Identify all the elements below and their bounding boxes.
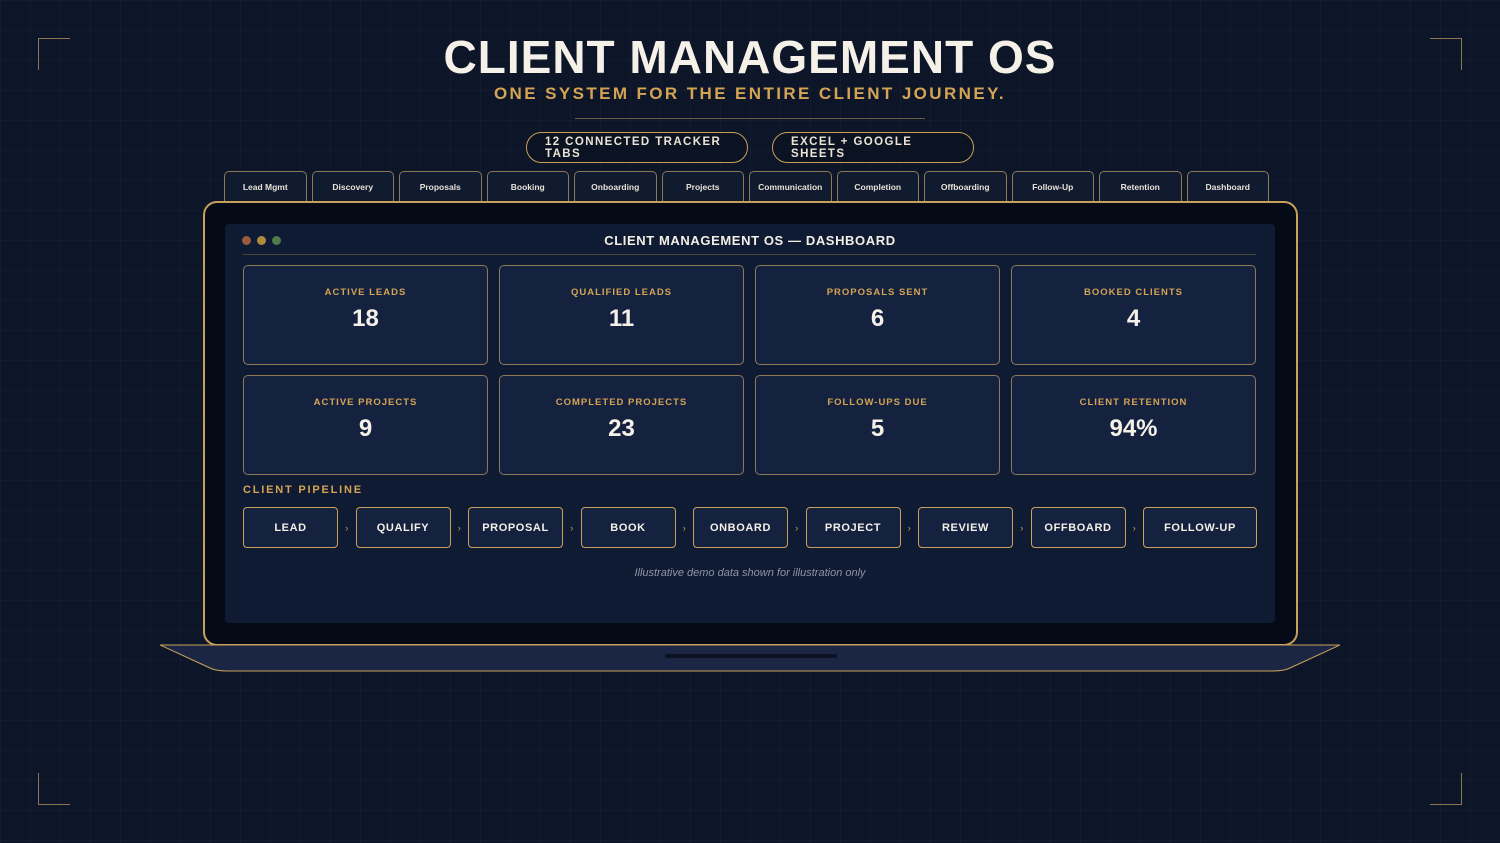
tab-dashboard[interactable]: Dashboard [1186,171,1269,201]
feature-pill-tracker-tabs: 12 CONNECTED TRACKER TABS [526,132,748,163]
kpi-card-client-retention: CLIENT RETENTION 94% [1011,375,1256,475]
chevron-right-icon: › [1020,522,1024,533]
tab-completion[interactable]: Completion [836,171,919,201]
kpi-card-booked-clients: BOOKED CLIENTS 4 [1011,265,1256,365]
tab-onboarding[interactable]: Onboarding [574,171,657,201]
kpi-card-proposals-sent: PROPOSALS SENT 6 [755,265,1000,365]
pipeline-stage-onboard[interactable]: ONBOARD [693,507,788,548]
chevron-right-icon: › [1132,522,1136,533]
kpi-value: 5 [870,415,885,442]
corner-frame-bottom-right [1430,773,1462,805]
chevron-right-icon: › [570,522,574,533]
kpi-card-follow-ups-due: FOLLOW-UPS DUE 5 [755,375,1000,475]
kpi-value: 6 [870,305,885,332]
kpi-label: CLIENT RETENTION [1079,397,1188,408]
page-subtitle: ONE SYSTEM FOR THE ENTIRE CLIENT JOURNEY… [493,84,1007,103]
tab-lead-mgmt[interactable]: Lead Mgmt [224,171,307,201]
laptop-base [160,644,1340,672]
tab-projects[interactable]: Projects [661,171,744,201]
chevron-right-icon: › [345,522,349,533]
tab-proposals[interactable]: Proposals [399,171,482,201]
chevron-right-icon: › [457,522,461,533]
tab-booking[interactable]: Booking [486,171,569,201]
page-title: CLIENT MANAGEMENT OS [443,31,1057,83]
pipeline-stage-review[interactable]: REVIEW [918,507,1013,548]
kpi-label: FOLLOW-UPS DUE [827,397,928,408]
pipeline-stage-follow-up[interactable]: FOLLOW-UP [1143,507,1257,548]
tab-communication[interactable]: Communication [749,171,832,201]
kpi-label: ACTIVE PROJECTS [313,397,418,408]
feature-pills: 12 CONNECTED TRACKER TABS EXCEL + GOOGLE… [0,132,1500,163]
pipeline-stage-project[interactable]: PROJECT [805,507,901,548]
tab-follow-up[interactable]: Follow-Up [1011,171,1094,201]
pipeline-stage-proposal[interactable]: PROPOSAL [468,507,563,548]
pipeline-title: CLIENT PIPELINE [243,484,363,496]
kpi-value: 11 [608,305,635,332]
kpi-value: 4 [1126,305,1141,332]
kpi-card-active-projects: ACTIVE PROJECTS 9 [243,375,488,475]
window-title: CLIENT MANAGEMENT OS — DASHBOARD [604,233,896,248]
sheet-tabs: Lead Mgmt Discovery Proposals Booking On… [224,171,1269,201]
chevron-right-icon: › [907,522,911,533]
kpi-label: QUALIFIED LEADS [570,287,673,298]
kpi-label: PROPOSALS SENT [826,287,929,298]
kpi-value: 9 [358,415,373,442]
kpi-label: ACTIVE LEADS [324,287,407,298]
pipeline-stage-book[interactable]: BOOK [580,507,676,548]
kpi-value: 94% [1109,415,1158,442]
tab-retention[interactable]: Retention [1099,171,1182,201]
kpi-grid: ACTIVE LEADS 18 QUALIFIED LEADS 11 PROPO… [243,265,1256,475]
kpi-card-qualified-leads: QUALIFIED LEADS 11 [499,265,744,365]
pipeline-stage-qualify[interactable]: QUALIFY [355,507,451,548]
pipeline-stage-offboard[interactable]: OFFBOARD [1030,507,1126,548]
chevron-right-icon: › [682,522,686,533]
kpi-value: 23 [608,415,635,442]
kpi-card-active-leads: ACTIVE LEADS 18 [243,265,488,365]
tab-offboarding[interactable]: Offboarding [924,171,1007,201]
kpi-label: BOOKED CLIENTS [1084,287,1183,298]
kpi-label: COMPLETED PROJECTS [555,397,688,408]
window-title-divider [243,254,1256,255]
title-divider [575,118,925,119]
kpi-card-completed-projects: COMPLETED PROJECTS 23 [499,375,744,475]
tab-discovery[interactable]: Discovery [311,171,394,201]
chevron-right-icon: › [795,522,799,533]
kpi-value: 18 [352,305,379,332]
corner-frame-bottom-left [38,773,70,805]
demo-data-footnote: Illustrative demo data shown for illustr… [634,567,866,579]
pipeline-stage-lead[interactable]: LEAD [243,507,338,548]
feature-pill-excel-sheets: EXCEL + GOOGLE SHEETS [772,132,974,163]
client-pipeline: LEAD › QUALIFY › PROPOSAL › BOOK › ONBOA… [243,507,1257,548]
dashboard-window: CLIENT MANAGEMENT OS — DASHBOARD ACTIVE … [225,224,1275,623]
